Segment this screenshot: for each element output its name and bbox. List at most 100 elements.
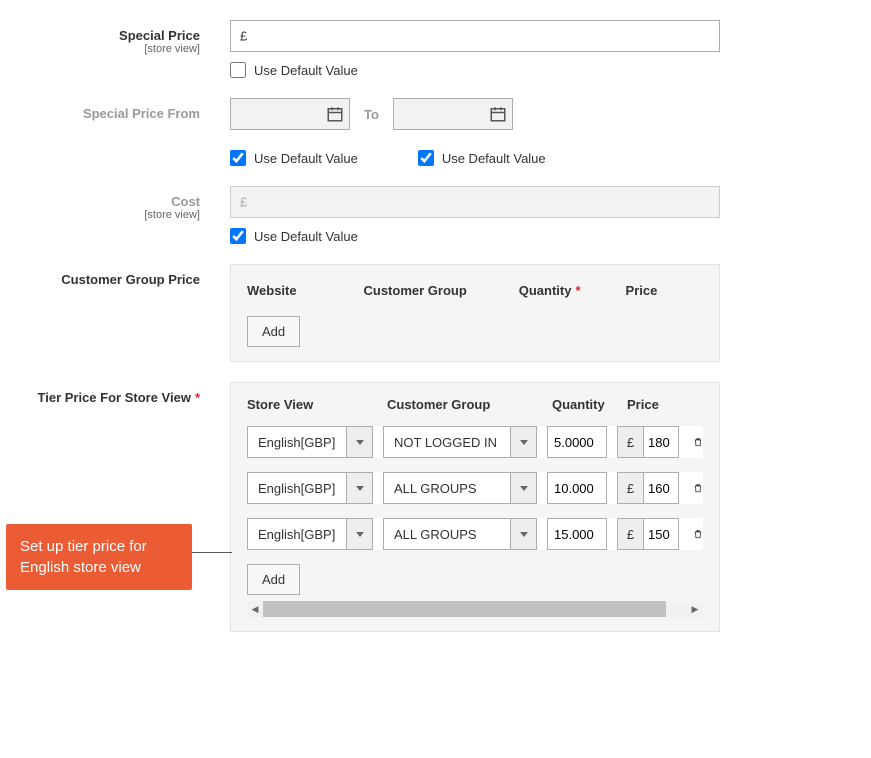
- date-from-udv[interactable]: Use Default Value: [230, 150, 358, 166]
- scroll-left-icon[interactable]: ◀: [247, 601, 263, 617]
- chevron-down-icon: [520, 440, 528, 445]
- cgp-grid: Website Customer Group Quantity* Price A…: [230, 264, 720, 362]
- cost-input: [230, 186, 720, 218]
- currency-symbol: £: [617, 518, 643, 550]
- col-group: Customer Group: [387, 397, 542, 412]
- label-tier: Tier Price For Store View*: [0, 382, 230, 632]
- to-label: To: [364, 107, 379, 122]
- label-text: Special Price From: [83, 106, 200, 121]
- currency-symbol: £: [617, 472, 643, 504]
- tier-header: Store View Customer Group Quantity Price: [247, 397, 703, 412]
- callout-connector: [192, 552, 232, 553]
- label-text: Customer Group Price: [61, 272, 200, 287]
- date-from-udv-checkbox[interactable]: [230, 150, 246, 166]
- date-to-udv-checkbox[interactable]: [418, 150, 434, 166]
- price-input[interactable]: [643, 518, 679, 550]
- scroll-right-icon[interactable]: ▶: [687, 601, 703, 617]
- date-from-input[interactable]: [230, 98, 350, 130]
- date-from-wrap[interactable]: [230, 98, 350, 130]
- special-price-udv[interactable]: Use Default Value: [230, 62, 720, 78]
- date-to-udv[interactable]: Use Default Value: [418, 150, 546, 166]
- date-to-wrap[interactable]: [393, 98, 513, 130]
- special-price-input[interactable]: [230, 20, 720, 52]
- cgp-add-button[interactable]: Add: [247, 316, 300, 347]
- tier-row: English[GBP] ALL GROUPS £: [247, 518, 703, 550]
- field-special-from: Special Price From To Use Default Value: [0, 98, 811, 166]
- chevron-down-icon: [520, 486, 528, 491]
- trash-icon[interactable]: [693, 522, 703, 546]
- col-qty: Quantity*: [519, 279, 616, 302]
- callout-tooltip: Set up tier price for English store view: [6, 524, 192, 590]
- price-input-wrap: £: [617, 426, 679, 458]
- chevron-down-icon: [356, 440, 364, 445]
- currency-symbol: £: [617, 426, 643, 458]
- store-select-value[interactable]: English[GBP]: [247, 472, 347, 504]
- udv-label: Use Default Value: [442, 151, 546, 166]
- chevron-down-icon: [520, 532, 528, 537]
- store-select[interactable]: English[GBP]: [247, 518, 373, 550]
- group-select-value[interactable]: ALL GROUPS: [383, 472, 511, 504]
- trash-icon[interactable]: [693, 476, 703, 500]
- group-select-value[interactable]: ALL GROUPS: [383, 518, 511, 550]
- col-group: Customer Group: [364, 279, 509, 302]
- price-input[interactable]: [643, 472, 679, 504]
- callout-line1: Set up tier price for: [20, 536, 178, 557]
- chevron-down-icon: [356, 486, 364, 491]
- group-select[interactable]: ALL GROUPS: [383, 472, 537, 504]
- group-select-toggle[interactable]: [511, 472, 537, 504]
- price-input-wrap: £: [617, 472, 679, 504]
- currency-symbol: £: [240, 195, 247, 210]
- col-price: Price: [627, 397, 687, 412]
- horizontal-scrollbar[interactable]: ◀ ▶: [247, 601, 703, 617]
- udv-label: Use Default Value: [254, 151, 358, 166]
- tier-row: English[GBP] ALL GROUPS £: [247, 472, 703, 504]
- label-text: Cost: [171, 194, 200, 209]
- group-select-toggle[interactable]: [511, 518, 537, 550]
- cost-udv-checkbox[interactable]: [230, 228, 246, 244]
- label-scope: [store view]: [0, 209, 200, 221]
- label-text: Tier Price For Store View: [38, 390, 191, 405]
- qty-input[interactable]: [547, 518, 607, 550]
- price-input-wrap: £: [617, 518, 679, 550]
- store-select-toggle[interactable]: [347, 518, 373, 550]
- label-text: Special Price: [119, 28, 200, 43]
- cgp-header: Website Customer Group Quantity* Price: [247, 279, 703, 302]
- label-cost: Cost [store view]: [0, 186, 230, 244]
- col-store: Store View: [247, 397, 377, 412]
- qty-input[interactable]: [547, 426, 607, 458]
- store-select-toggle[interactable]: [347, 472, 373, 504]
- group-select-value[interactable]: NOT LOGGED IN: [383, 426, 511, 458]
- col-price: Price: [626, 279, 703, 302]
- store-select-value[interactable]: English[GBP]: [247, 518, 347, 550]
- field-special-price: Special Price [store view] £ Use Default…: [0, 20, 811, 78]
- udv-label: Use Default Value: [254, 229, 358, 244]
- field-customer-group-price: Customer Group Price Website Customer Gr…: [0, 264, 811, 362]
- chevron-down-icon: [356, 532, 364, 537]
- date-to-input[interactable]: [393, 98, 513, 130]
- store-select[interactable]: English[GBP]: [247, 426, 373, 458]
- trash-icon[interactable]: [693, 430, 703, 454]
- price-input[interactable]: [643, 426, 679, 458]
- scrollbar-thumb[interactable]: [263, 601, 666, 617]
- col-website: Website: [247, 279, 354, 302]
- special-price-udv-checkbox[interactable]: [230, 62, 246, 78]
- tier-row: English[GBP] NOT LOGGED IN £: [247, 426, 703, 458]
- qty-input[interactable]: [547, 472, 607, 504]
- tier-add-button[interactable]: Add: [247, 564, 300, 595]
- group-select-toggle[interactable]: [511, 426, 537, 458]
- udv-label: Use Default Value: [254, 63, 358, 78]
- callout-line2: English store view: [20, 557, 178, 578]
- currency-symbol: £: [240, 29, 247, 44]
- label-cgp: Customer Group Price: [0, 264, 230, 362]
- store-select-toggle[interactable]: [347, 426, 373, 458]
- label-scope: [store view]: [0, 43, 200, 55]
- cost-udv[interactable]: Use Default Value: [230, 228, 720, 244]
- label-special-price: Special Price [store view]: [0, 20, 230, 78]
- group-select[interactable]: NOT LOGGED IN: [383, 426, 537, 458]
- col-qty: Quantity: [552, 397, 617, 412]
- tier-grid: Store View Customer Group Quantity Price…: [230, 382, 720, 632]
- store-select-value[interactable]: English[GBP]: [247, 426, 347, 458]
- field-tier-price: Tier Price For Store View* Store View Cu…: [0, 382, 811, 632]
- group-select[interactable]: ALL GROUPS: [383, 518, 537, 550]
- store-select[interactable]: English[GBP]: [247, 472, 373, 504]
